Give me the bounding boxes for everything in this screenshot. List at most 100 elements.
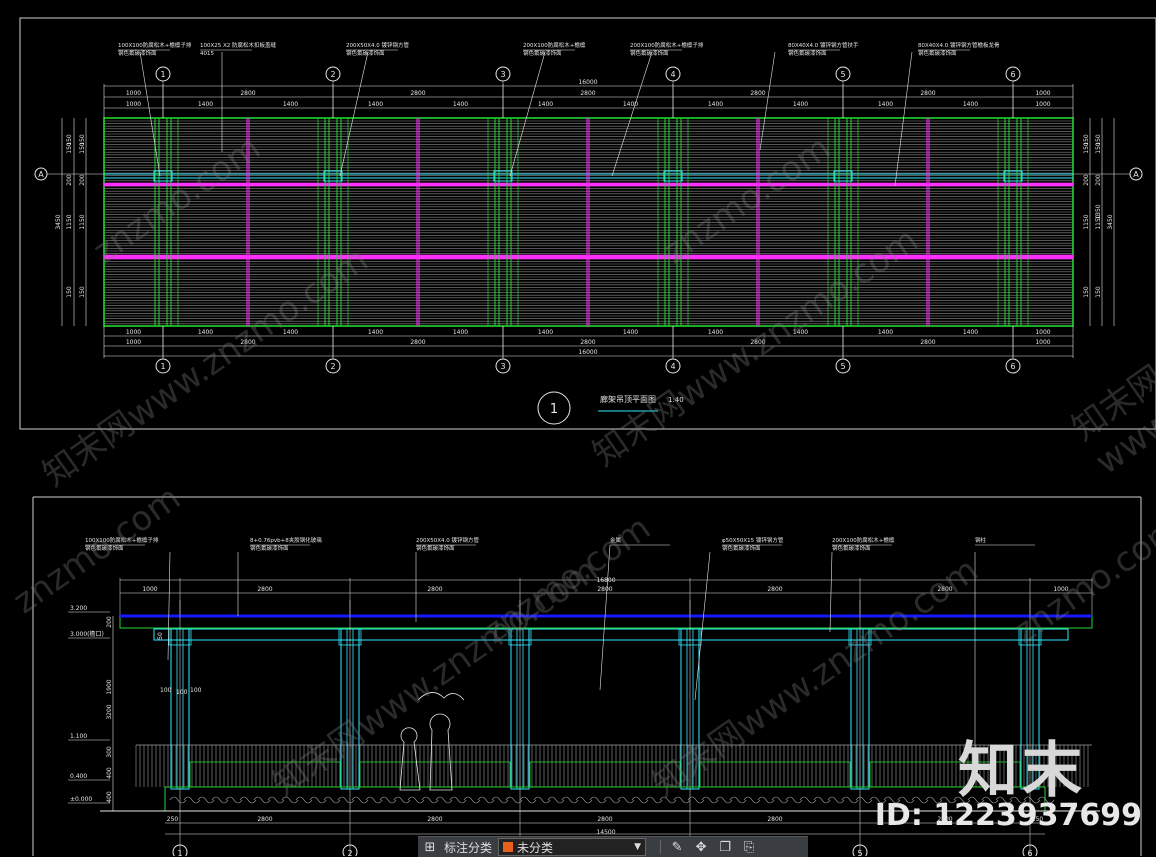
- roof-edge: [119, 615, 1093, 629]
- cad-drawing-canvas[interactable]: 160001000 2800 2800 2800 2800 2800 10001000 140…: [0, 0, 1156, 856]
- ground-texture: [421, 796, 439, 804]
- elev-side-dim: 300: [106, 746, 113, 758]
- ground-texture: [813, 796, 831, 804]
- side-dim-label: 200: [66, 174, 73, 186]
- plan-dim-label: 1400: [708, 329, 723, 336]
- copy-icon[interactable]: ❐: [713, 837, 737, 857]
- ground-texture: [183, 796, 201, 804]
- plan-dim-label: 1400: [368, 101, 383, 108]
- edit-icon[interactable]: ✎: [665, 837, 689, 857]
- elev-dim-label: 2800: [597, 816, 612, 823]
- col-dim: 100: [160, 687, 172, 694]
- ground-texture: [351, 796, 369, 804]
- level-label: 3.200: [70, 605, 87, 612]
- grid-label: 2: [330, 362, 335, 371]
- grid-label: 1: [177, 849, 182, 856]
- plan-dim-label: 1000: [126, 90, 141, 97]
- grid-label: 4: [670, 362, 675, 371]
- ground-texture: [491, 796, 509, 804]
- ground-texture: [799, 796, 817, 804]
- plan-dim-label: 1400: [963, 101, 978, 108]
- plan-dim-label: 2800: [580, 90, 595, 97]
- grid-label: 2: [347, 849, 352, 856]
- level-label: 0.400: [70, 773, 87, 780]
- move-icon[interactable]: ✥: [689, 837, 713, 857]
- elev-dim-label: 2800: [937, 816, 952, 823]
- plan-note: 100X100防腐松木+檐檩子排: [118, 41, 192, 49]
- toolbar-label: 标注分类: [444, 840, 493, 855]
- ground-texture: [995, 796, 1013, 804]
- side-dim-label: 150: [1083, 142, 1090, 154]
- ground-texture: [687, 796, 705, 804]
- side-dim-label: 200: [79, 174, 86, 186]
- ground-texture: [211, 796, 229, 804]
- ground-texture: [169, 796, 187, 804]
- elev-side-dim: 200: [106, 616, 113, 628]
- elev-note: 200X100防腐松木+檐檩: [832, 536, 895, 544]
- col-dim: 50: [157, 632, 164, 640]
- elev-dim-label: 250: [167, 816, 179, 823]
- plan-total-dim: 16000: [578, 79, 597, 86]
- side-dim-label: 1150: [66, 214, 73, 229]
- leader: [759, 51, 776, 151]
- ground-texture: [267, 796, 285, 804]
- ground-texture: [897, 796, 915, 804]
- plan-dim-label: 1400: [878, 101, 893, 108]
- axis-label: A: [1133, 170, 1139, 179]
- ground-texture: [197, 796, 215, 804]
- ground-texture: [715, 796, 733, 804]
- grid-label: 2: [330, 70, 335, 79]
- railing-panel: [359, 761, 511, 788]
- plan-dim-label: 2800: [750, 90, 765, 97]
- plan-total-dim: 16000: [578, 349, 597, 356]
- axis-label: A: [38, 170, 44, 179]
- elev-note: 金属: [610, 536, 621, 544]
- plan-dim-label: 1400: [368, 329, 383, 336]
- elev-total-dim: 14500: [596, 829, 615, 836]
- toolbar-divider: [660, 840, 662, 854]
- plan-note: 100X25 X2 防腐松木扣板盖缝: [200, 41, 277, 49]
- ground-texture: [701, 796, 719, 804]
- ground-texture: [435, 796, 453, 804]
- elev-note: 100X100防腐松木+檐檩子排: [85, 536, 159, 544]
- ground-texture: [561, 796, 579, 804]
- grid-label: 3: [500, 70, 505, 79]
- plan-dim-label: 1000: [126, 329, 141, 336]
- plan-note: 80X40X4.0 镀锌钢方管扶手: [788, 41, 859, 49]
- ground-texture: [393, 796, 411, 804]
- side-dim-label: 200: [1083, 174, 1090, 186]
- leader: [894, 51, 913, 187]
- side-dim-label: 150: [66, 286, 73, 298]
- plan-dim-label: 1000: [1035, 101, 1050, 108]
- ground-texture: [673, 796, 691, 804]
- category-select[interactable]: 未分类 ▼: [498, 838, 647, 856]
- chevron-down-icon: ▼: [634, 842, 642, 852]
- plan-dim-label: 1400: [878, 329, 893, 336]
- plan-dim-label: 1000: [126, 339, 141, 346]
- plan-note: 200X50X4.0 镀锌钢方管: [346, 41, 410, 49]
- plan-dim-label: 2800: [920, 339, 935, 346]
- plan-note: 80X40X4.0 镀锌钢方管檐板龙骨: [918, 41, 1000, 49]
- ground-texture: [1023, 796, 1041, 804]
- plan-dim-label: 1400: [283, 101, 298, 108]
- ground-texture: [911, 796, 929, 804]
- paste-icon[interactable]: ⎘: [737, 837, 761, 857]
- plan-dim-label: 1400: [283, 329, 298, 336]
- ground-texture: [869, 796, 887, 804]
- ground-texture: [337, 796, 355, 804]
- grid-label: 5: [840, 70, 845, 79]
- plan-dim-label: 1400: [453, 329, 468, 336]
- railing-panel: [189, 761, 341, 788]
- grid-label: 5: [840, 362, 845, 371]
- elev-dim-label: 2800: [597, 586, 612, 593]
- beam: [153, 628, 1069, 641]
- grid-icon[interactable]: ⊞: [418, 837, 442, 857]
- grid-label: 3: [500, 362, 505, 371]
- ground-texture: [575, 796, 593, 804]
- col-dim: 100: [176, 689, 188, 696]
- category-color-swatch: [503, 842, 514, 852]
- elev-total-dim: 16800: [596, 577, 615, 584]
- elev-side-dim: 3200: [106, 704, 113, 719]
- plan-dim-label: 1400: [198, 329, 213, 336]
- elev-dim-label: 250: [1032, 816, 1044, 823]
